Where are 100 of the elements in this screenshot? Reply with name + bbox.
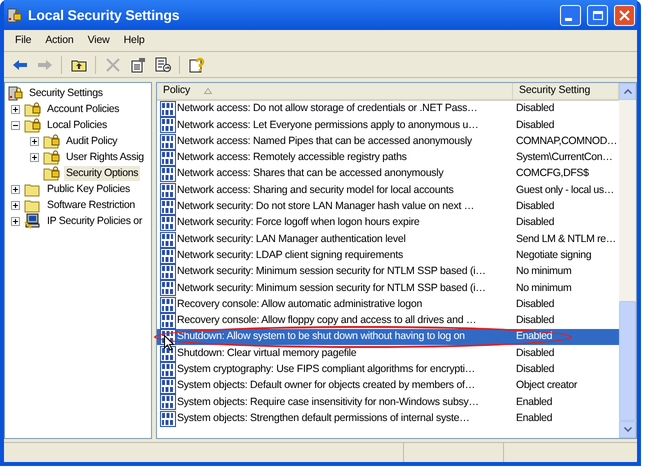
locked-folder-icon — [43, 149, 60, 165]
policy-name: Network access: Remotely accessible registry paths — [177, 150, 407, 166]
security-setting: Enabled — [515, 410, 552, 426]
expand-box[interactable] — [11, 200, 20, 210]
security-setting: Disabled — [515, 313, 554, 328]
policy-row[interactable]: Network security: Minimum session security for NTLM SSP based (i… No minimum — [157, 264, 619, 280]
security-setting: Disabled — [515, 346, 554, 361]
policy-icon — [160, 117, 176, 134]
menu-item[interactable]: Action — [38, 32, 81, 48]
policy-name: System objects: Require case insensitivity for non-Windows subsy… — [177, 394, 479, 410]
policy-row[interactable]: System objects: Default owner for objects created by members of… Object creator — [157, 378, 619, 394]
expand-box[interactable] — [11, 104, 20, 114]
locked-folder-icon — [43, 165, 60, 181]
close-button[interactable] — [614, 4, 635, 26]
policy-name: Recovery console: Allow automatic administrative logon — [177, 296, 422, 312]
help-icon — [188, 56, 204, 72]
tree-item[interactable]: Security Settings — [27, 86, 105, 100]
collapse-box[interactable] — [11, 120, 20, 130]
tree-item[interactable]: Account Policies — [45, 102, 122, 116]
policy-icon — [160, 362, 176, 378]
menu-item[interactable]: View — [80, 32, 117, 48]
security-setting: Enabled — [515, 329, 552, 344]
minimize-button[interactable] — [560, 4, 581, 26]
policy-icon — [160, 394, 176, 410]
policy-name: Network access: Named Pipes that can be accessed anonymously — [177, 134, 472, 149]
security-setting: Disabled — [515, 101, 554, 116]
policy-icon — [160, 378, 176, 394]
policy-row[interactable]: Network access: Do not allow storage of credentials or .NET Pass… Disabled — [157, 101, 619, 118]
policy-icon — [160, 296, 176, 313]
policy-row[interactable]: Shutdown: Allow system to be shut down without having to log on Enabled — [157, 329, 619, 346]
policy-row[interactable]: Network access: Sharing and security model for local accounts Guest only - local us… — [157, 182, 619, 199]
policy-row[interactable]: Network security: Force logoff when logon hours expire Disabled — [157, 215, 619, 232]
policy-row[interactable]: System cryptography: Use FIPS compliant algorithms for encrypti… Disabled — [157, 362, 619, 378]
security-setting: No minimum — [515, 280, 572, 296]
policy-row[interactable]: Network access: Named Pipes that can be accessed anonymously COMNAP,COMNOD… — [157, 134, 619, 150]
tree-item[interactable]: Security Options — [64, 166, 140, 180]
policy-icon — [160, 346, 176, 362]
tree-item[interactable]: IP Security Policies or — [45, 214, 144, 228]
policy-row[interactable]: Network security: LAN Manager authentication level Send LM & NTLM re… — [157, 231, 619, 248]
policy-name: Network security: Force logoff when logon hours expire — [177, 215, 420, 230]
expand-box[interactable] — [11, 216, 20, 226]
policy-row[interactable]: Recovery console: Allow automatic administrative logon Disabled — [157, 296, 619, 313]
security-setting: Disabled — [515, 215, 554, 230]
scroll-up-icon[interactable] — [624, 89, 632, 94]
policy-icon — [160, 150, 176, 166]
policy-row[interactable]: Network security: Do not store LAN Manager hash value on next … Disabled — [157, 198, 619, 216]
policy-row[interactable]: Shutdown: Clear virtual memory pagefile Disabled — [157, 345, 619, 362]
policy-icon — [160, 182, 176, 199]
policy-row[interactable]: Network security: LDAP client signing requirements Negotiate signing — [157, 248, 619, 264]
security-setting: COMNAP,COMNOD… — [515, 134, 618, 149]
properties-icon — [130, 56, 146, 72]
security-settings-icon — [6, 7, 22, 23]
policy-name: Network access: Let Everyone permissions apply to anonymous u… — [177, 118, 478, 133]
policy-name: Network security: Minimum session security for NTLM SSP based (i… — [177, 280, 486, 296]
policy-name: System objects: Strengthen default permissions of internal syste… — [177, 410, 470, 426]
scrollbar[interactable] — [619, 83, 636, 438]
expand-box[interactable] — [30, 136, 39, 146]
policy-row[interactable]: Recovery console: Allow floppy copy and access to all drives and … Disabled — [157, 312, 619, 330]
menu-item[interactable]: Help — [116, 32, 152, 48]
tree-item[interactable]: Software Restriction — [45, 198, 137, 212]
tree-item[interactable]: User Rights Assig — [64, 150, 146, 164]
policy-row[interactable]: Network access: Remotely accessible registry paths System\CurrentCon… — [157, 150, 619, 166]
policy-name: Shutdown: Clear virtual memory pagefile — [177, 346, 356, 361]
policy-name: Network security: LAN Manager authentication level — [177, 232, 406, 247]
column-header[interactable]: Security Setting — [513, 83, 619, 101]
policy-name: Network access: Shares that can be accessed anonymously — [177, 166, 444, 182]
policy-icon — [160, 101, 176, 118]
locked-folder-icon — [43, 133, 60, 149]
policy-icon — [160, 280, 176, 296]
policy-row[interactable]: System objects: Strengthen default permissions of internal syste… Enabled — [157, 410, 619, 427]
delete-icon — [104, 56, 120, 72]
expand-box[interactable] — [11, 184, 20, 194]
maximize-button[interactable] — [587, 4, 608, 26]
policy-icon — [160, 215, 176, 232]
policy-icon — [160, 410, 176, 427]
menu-item[interactable]: File — [8, 32, 38, 48]
security-setting: System\CurrentCon… — [515, 150, 612, 166]
security-setting: Disabled — [515, 118, 554, 133]
policy-icon — [160, 313, 176, 329]
policy-row[interactable]: Network access: Shares that can be accessed anonymously COMCFG,DFS$ — [157, 166, 619, 182]
tree-item[interactable]: Public Key Policies — [45, 182, 132, 196]
security-setting: Disabled — [515, 199, 554, 214]
computer-key-icon — [24, 213, 41, 229]
security-setting: No minimum — [515, 264, 572, 280]
policy-icon — [160, 232, 176, 248]
security-setting: COMCFG,DFS$ — [515, 166, 589, 182]
locked-folder-icon — [24, 117, 41, 133]
tree-item[interactable]: Local Policies — [45, 118, 109, 132]
scroll-down-icon[interactable] — [624, 427, 632, 432]
policy-name: Network security: LDAP client signing requirements — [177, 248, 403, 263]
expand-box[interactable] — [30, 152, 39, 162]
policy-row[interactable]: Network access: Let Everyone permissions apply to anonymous u… Disabled — [157, 117, 619, 134]
policy-row[interactable]: Network security: Minimum session security for NTLM SSP based (i… No minimum — [157, 280, 619, 297]
tree-item[interactable]: Audit Policy — [64, 134, 120, 148]
policy-name: Network security: Do not store LAN Manager hash value on next … — [177, 199, 474, 214]
policy-row[interactable]: System objects: Require case insensitivity for non-Windows subsy… Enabled — [157, 394, 619, 411]
security-setting: Send LM & NTLM re… — [515, 232, 616, 247]
policy-name: Network security: Minimum session security for NTLM SSP based (i… — [177, 264, 486, 280]
column-header[interactable]: Policy — [157, 83, 513, 101]
policy-name: Network access: Do not allow storage of credentials or .NET Pass… — [177, 101, 478, 116]
